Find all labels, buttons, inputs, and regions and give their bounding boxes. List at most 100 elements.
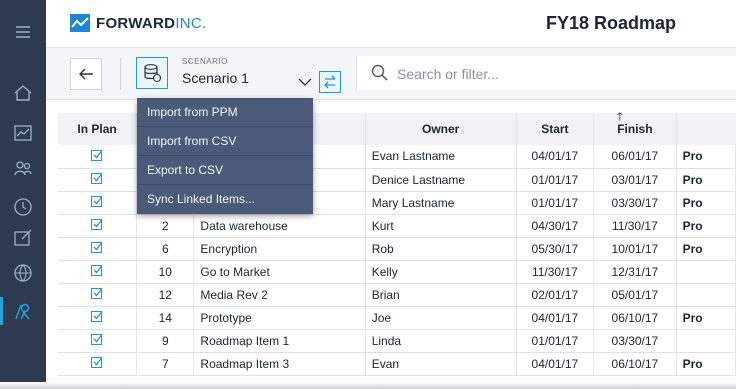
cell-finish: 05/01/17 <box>593 283 677 307</box>
globe-icon[interactable] <box>0 255 46 291</box>
table-row[interactable]: 12 Media Rev 2 Brian 02/01/17 05/01/17 <box>58 283 736 307</box>
menu-item-export-csv[interactable]: Export to CSV <box>137 156 313 185</box>
checkbox-icon[interactable] <box>91 149 103 161</box>
cell-item: Roadmap Item 1 <box>193 329 366 353</box>
cell-status-link[interactable]: Pro <box>676 145 736 169</box>
cell-finish: 06/10/17 <box>593 306 677 330</box>
search-box <box>356 56 736 90</box>
cell-status-link[interactable] <box>676 283 736 307</box>
menu-item-import-csv[interactable]: Import from CSV <box>137 127 313 156</box>
cell-owner: Evan <box>365 352 517 376</box>
logo-name: FORWARD <box>96 14 176 32</box>
checkbox-icon[interactable] <box>91 264 103 276</box>
cell-finish: 11/30/17 <box>593 214 677 238</box>
cell-start: 05/30/17 <box>516 237 595 261</box>
cell-finish: 06/10/17 <box>593 352 677 376</box>
cell-item: Media Rev 2 <box>193 283 366 307</box>
scenario-action-menu: Import from PPM Import from CSV Export t… <box>137 98 313 214</box>
checkbox-icon[interactable] <box>91 287 103 299</box>
cell-owner: Rob <box>365 237 517 261</box>
cell-status-link[interactable] <box>676 260 736 284</box>
people-icon[interactable] <box>0 150 46 186</box>
logo-mark-icon <box>70 14 90 32</box>
toolbar-divider <box>120 58 121 90</box>
cell-finish: 03/30/17 <box>593 329 677 353</box>
chevron-down-icon[interactable] <box>298 72 312 91</box>
checkbox-icon[interactable] <box>91 218 103 230</box>
cell-id: 2 <box>136 214 195 238</box>
cell-item: Encryption <box>193 237 366 261</box>
cell-start: 01/01/17 <box>516 168 595 192</box>
page-title: FY18 Roadmap <box>545 13 676 33</box>
chart-icon[interactable] <box>0 115 46 151</box>
cell-status-link[interactable]: Pro <box>676 352 736 376</box>
cell-status-link[interactable]: Pro <box>676 168 736 192</box>
cell-owner: Denice Lastname <box>365 168 517 192</box>
table-row[interactable]: 14 Prototype Joe 04/01/17 06/10/17 Pro <box>58 306 736 330</box>
cell-status-link[interactable]: Pro <box>676 191 736 215</box>
cell-status-link[interactable] <box>676 329 736 353</box>
cell-id: 6 <box>136 237 195 261</box>
swap-scenario-button[interactable] <box>319 71 341 93</box>
checkbox-icon[interactable] <box>91 333 103 345</box>
swap-arrows-icon <box>324 75 336 89</box>
checkbox-icon[interactable] <box>91 310 103 322</box>
cell-id: 7 <box>136 352 195 376</box>
sort-arrow-icon[interactable]: 🡑 <box>617 108 623 127</box>
cell-owner: Kelly <box>365 260 517 284</box>
table-row[interactable]: 6 Encryption Rob 05/30/17 10/01/17 Pro <box>58 237 736 261</box>
toolbar: SCENARIO Scenario 1 <box>46 48 736 100</box>
cell-start: 04/30/17 <box>516 214 595 238</box>
edit-icon[interactable] <box>0 220 46 256</box>
cell-item: Prototype <box>193 306 366 330</box>
window-bottom-shadow <box>0 382 736 389</box>
cell-id: 9 <box>136 329 195 353</box>
cell-finish: 03/01/17 <box>593 168 677 192</box>
checkbox-icon[interactable] <box>91 195 103 207</box>
hamburger-menu-icon[interactable] <box>0 14 46 50</box>
cell-id: 14 <box>136 306 195 330</box>
back-button[interactable] <box>70 58 102 90</box>
table-row[interactable]: 2 Data warehouse Kurt 04/30/17 11/30/17 … <box>58 214 736 238</box>
checkbox-icon[interactable] <box>91 241 103 253</box>
cell-status-link[interactable]: Pro <box>676 214 736 238</box>
scenario-label: SCENARIO <box>182 57 228 66</box>
cell-owner: Linda <box>365 329 517 353</box>
cell-owner: Kurt <box>365 214 517 238</box>
cell-owner: Joe <box>365 306 517 330</box>
header-status <box>676 113 736 145</box>
cell-item: Go to Market <box>193 260 366 284</box>
checkbox-icon[interactable] <box>91 356 103 368</box>
cell-item: Data warehouse <box>193 214 366 238</box>
company-logo: FORWARDINC. <box>70 14 207 32</box>
arrow-left-icon <box>79 68 93 80</box>
cell-status-link[interactable]: Pro <box>676 237 736 261</box>
left-nav-rail <box>0 0 46 389</box>
cell-id: 10 <box>136 260 195 284</box>
header-in-plan[interactable]: In Plan <box>58 113 138 145</box>
cell-finish: 06/01/17 <box>593 145 677 169</box>
cell-finish: 12/31/17 <box>593 260 677 284</box>
scenario-sync-button[interactable] <box>136 57 168 89</box>
header-owner[interactable]: Owner <box>365 113 517 145</box>
header-start[interactable]: Start <box>516 113 595 145</box>
cell-id: 12 <box>136 283 195 307</box>
cell-item: Roadmap Item 3 <box>193 352 366 376</box>
table-row[interactable]: 10 Go to Market Kelly 11/30/17 12/31/17 <box>58 260 736 284</box>
cell-owner: Evan Lastname <box>365 145 517 169</box>
checkbox-icon[interactable] <box>91 172 103 184</box>
menu-item-import-ppm[interactable]: Import from PPM <box>137 98 313 127</box>
cell-owner: Mary Lastname <box>365 191 517 215</box>
menu-item-sync-linked[interactable]: Sync Linked Items... <box>137 185 313 214</box>
roadmap-icon[interactable] <box>0 293 46 329</box>
scenario-select[interactable]: Scenario 1 <box>182 70 249 86</box>
cell-owner: Brian <box>365 283 517 307</box>
table-row[interactable]: 9 Roadmap Item 1 Linda 01/01/17 03/30/17 <box>58 329 736 353</box>
cell-status-link[interactable]: Pro <box>676 306 736 330</box>
table-row[interactable]: 7 Roadmap Item 3 Evan 04/01/17 06/10/17 … <box>58 352 736 376</box>
header-finish[interactable]: Finish <box>593 113 677 145</box>
cell-start: 04/01/17 <box>516 352 595 376</box>
search-input[interactable] <box>397 63 717 85</box>
cell-start: 01/01/17 <box>516 329 595 353</box>
home-icon[interactable] <box>0 75 46 111</box>
